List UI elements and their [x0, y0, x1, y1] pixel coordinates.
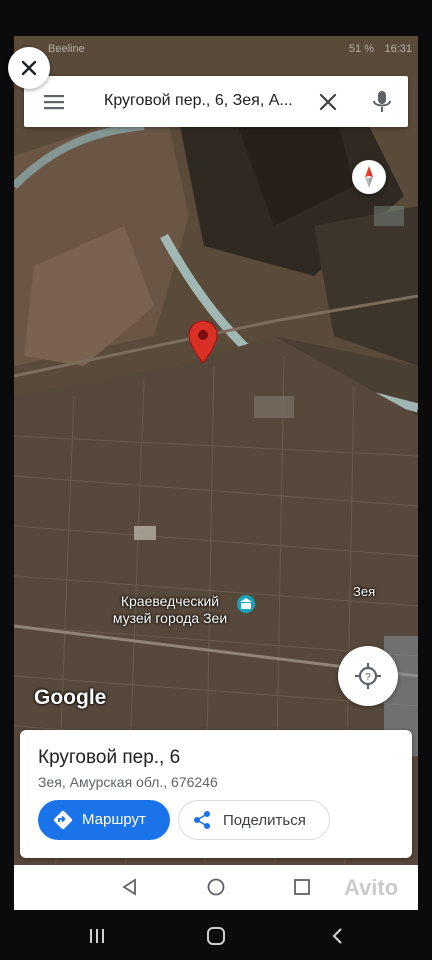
recents-square-icon[interactable]	[292, 877, 312, 897]
route-label: Маршрут	[82, 811, 146, 828]
home-rounded-square-icon[interactable]	[205, 925, 227, 947]
directions-icon	[53, 810, 73, 830]
google-logo: Google	[34, 686, 107, 709]
clock-label: 16:31	[384, 43, 412, 55]
carrier-label: Beeline	[48, 43, 85, 55]
place-card[interactable]: Круговой пер., 6 Зея, Амурская обл., 676…	[20, 730, 412, 858]
map-pin-icon[interactable]	[188, 320, 218, 364]
home-circle-icon[interactable]	[206, 877, 226, 897]
battery-label: 51 %	[348, 43, 374, 55]
outer-navigation-bar	[0, 912, 432, 960]
back-chevron-icon[interactable]	[327, 925, 349, 947]
share-button[interactable]: Поделиться	[178, 800, 330, 840]
share-icon	[194, 811, 210, 829]
compass-icon	[365, 166, 373, 188]
place-title: Круговой пер., 6	[38, 747, 181, 768]
compass-button[interactable]	[352, 160, 386, 194]
city-map-label: Зея	[353, 584, 376, 599]
my-location-button[interactable]: ?	[338, 646, 398, 706]
search-bar[interactable]: Круговой пер., 6, Зея, А...	[24, 76, 408, 127]
close-button[interactable]	[8, 47, 50, 89]
status-bar: Beeline 51 % 16:31	[14, 36, 418, 64]
museum-map-label[interactable]: Краеведческий музей города Зеи	[100, 593, 240, 627]
recents-lines-icon[interactable]	[86, 925, 108, 947]
route-button[interactable]: Маршрут	[38, 800, 170, 840]
search-input[interactable]: Круговой пер., 6, Зея, А...	[104, 92, 332, 110]
menu-icon[interactable]	[42, 90, 66, 114]
clear-icon[interactable]	[316, 90, 340, 114]
place-address: Зея, Амурская обл., 676246	[38, 774, 218, 790]
svg-text:?: ?	[365, 672, 371, 683]
my-location-icon: ?	[355, 663, 381, 689]
avito-watermark: Avito	[344, 875, 399, 900]
inner-navigation-bar: Avito	[14, 865, 418, 910]
mic-icon[interactable]	[370, 89, 394, 115]
close-icon	[21, 60, 37, 76]
museum-icon[interactable]	[237, 595, 255, 613]
share-label: Поделиться	[223, 812, 306, 829]
back-triangle-icon[interactable]	[120, 877, 140, 897]
